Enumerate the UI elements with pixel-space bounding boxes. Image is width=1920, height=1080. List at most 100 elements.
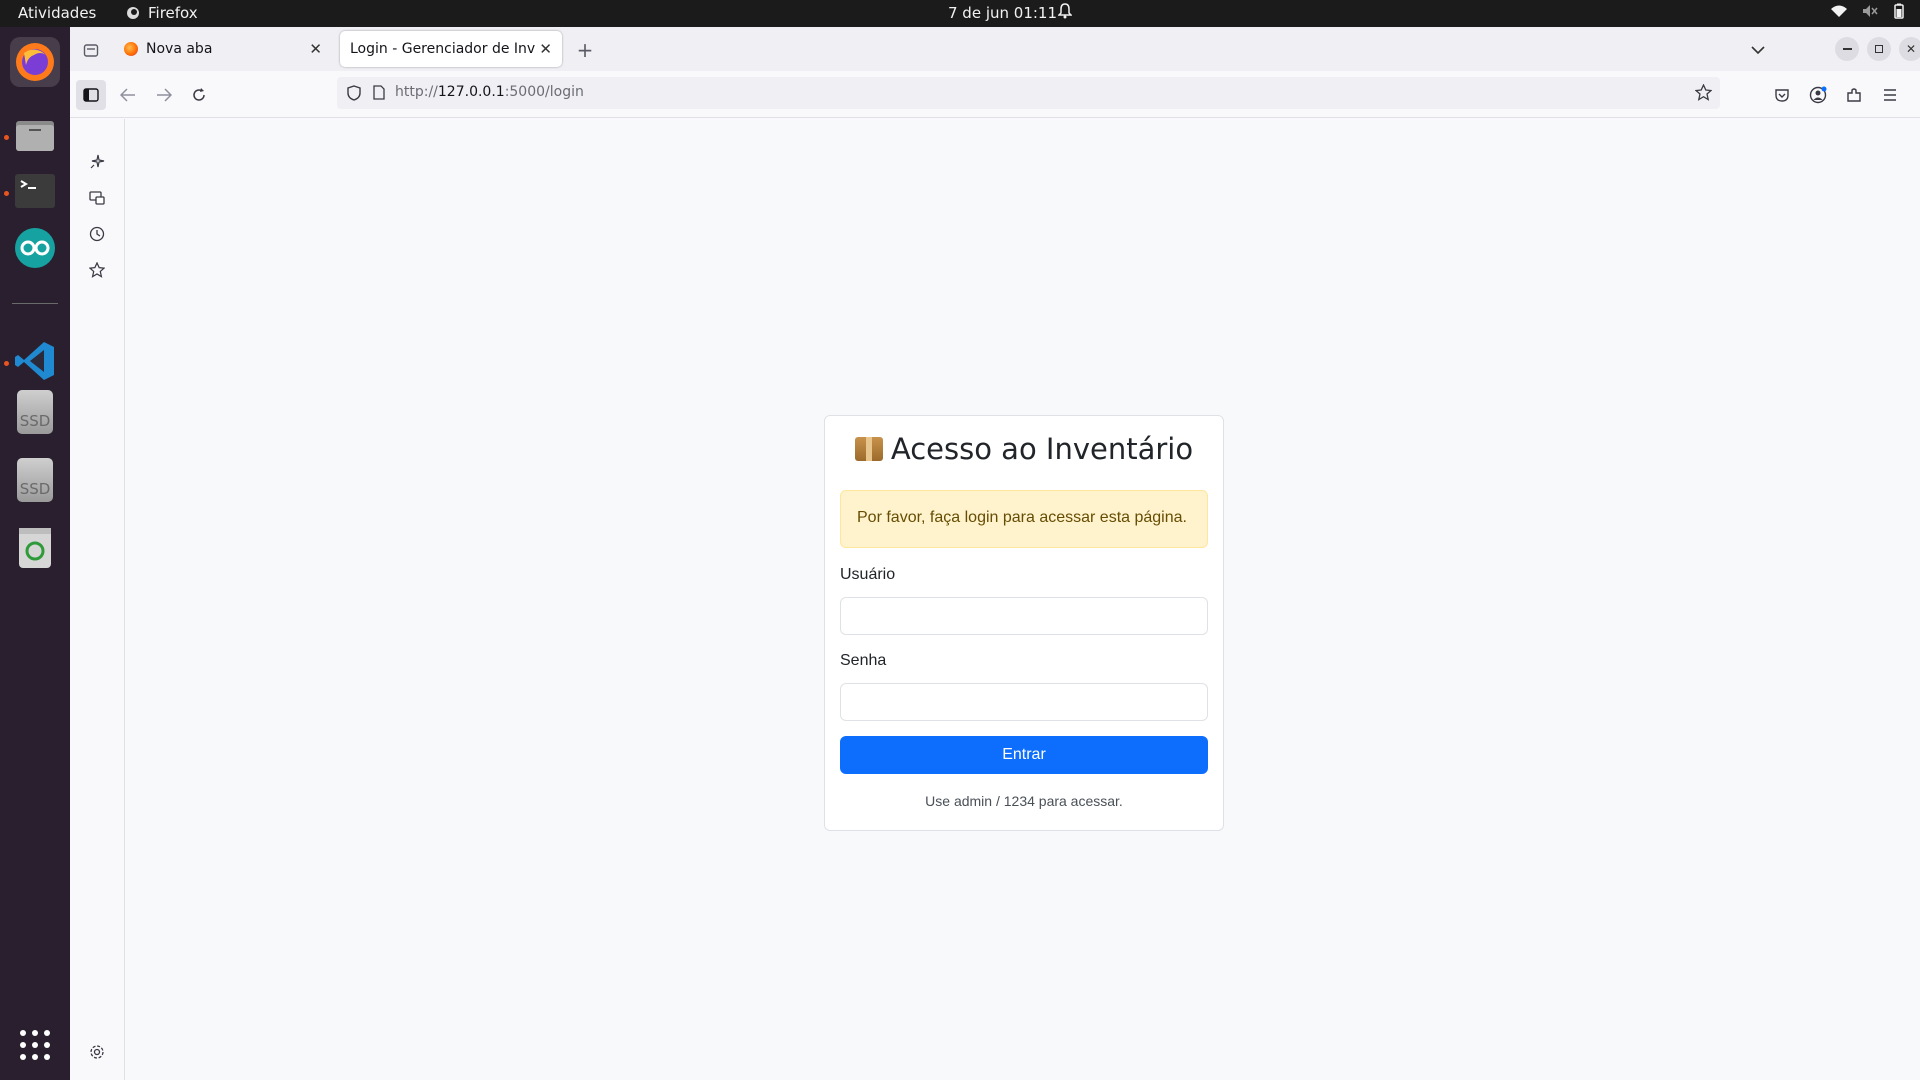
credentials-hint: Use admin / 1234 para acessar. (925, 793, 1123, 809)
arrow-right-icon (157, 88, 172, 102)
back-button[interactable] (113, 80, 143, 110)
firefox-small-icon (127, 7, 139, 19)
url-bar[interactable]: http://127.0.0.1:5000/login (337, 77, 1720, 109)
dock-firefox[interactable] (10, 37, 60, 87)
tab-title: Nova aba (146, 41, 213, 57)
drive-icon: SSD (17, 458, 53, 502)
app-menu[interactable]: Firefox (126, 4, 198, 22)
show-apps-button[interactable] (10, 1020, 60, 1070)
reload-icon (193, 88, 205, 101)
files-icon (16, 121, 54, 151)
sidebar-bookmarks[interactable] (86, 259, 108, 281)
minimize-button[interactable] (1835, 37, 1859, 61)
system-tray[interactable] (1830, 3, 1906, 19)
minimize-icon (1842, 48, 1852, 50)
bookmark-star-icon[interactable] (1695, 84, 1712, 101)
drive-icon: SSD (17, 390, 53, 434)
restore-icon (1875, 45, 1883, 53)
dock-files[interactable] (10, 110, 60, 160)
url-text[interactable]: http://127.0.0.1:5000/login (395, 84, 584, 100)
arrow-left-icon (120, 88, 135, 102)
volume-muted-icon (1863, 5, 1878, 17)
url-scheme: http:// (395, 84, 438, 100)
system-top-bar: Atividades Firefox 7 de jun 01:11 (0, 0, 1920, 27)
forward-button[interactable] (149, 80, 179, 110)
dock-ssd-drive-1[interactable]: SSD (10, 387, 60, 437)
wifi-icon (1831, 5, 1847, 17)
url-host: 127.0.0.1 (437, 84, 505, 100)
shield-icon (347, 85, 361, 101)
running-indicator (4, 191, 9, 196)
firefox-icon (16, 43, 54, 81)
page-viewport: Acesso ao Inventário Por favor, faça log… (126, 119, 1920, 1080)
maximize-button[interactable] (1867, 37, 1891, 61)
package-icon (854, 437, 883, 461)
login-required-alert: Por favor, faça login para acessar esta … (840, 490, 1208, 548)
close-tab-icon[interactable]: ✕ (539, 40, 552, 58)
clock[interactable]: 7 de jun 01:11 (948, 4, 1057, 22)
dock-trash[interactable] (10, 523, 60, 573)
sidebar-history[interactable] (86, 223, 108, 245)
activities-button[interactable]: Atividades (18, 4, 96, 22)
pocket-icon (1775, 88, 1789, 102)
running-indicator (4, 135, 9, 140)
firefox-favicon-icon (124, 42, 138, 56)
close-tab-icon[interactable]: ✕ (309, 40, 322, 58)
dock-terminal[interactable] (10, 166, 60, 216)
tab-new-tab[interactable]: Nova aba ✕ (114, 31, 332, 67)
app-grid-icon (20, 1030, 50, 1060)
sparkle-icon (90, 154, 105, 169)
clock-icon (89, 226, 105, 242)
arduino-icon (15, 228, 55, 268)
dock-separator (12, 303, 58, 304)
extensions-button[interactable] (1839, 80, 1869, 110)
close-window-button[interactable]: ✕ (1899, 37, 1920, 61)
tab-bar: Nova aba ✕ Login - Gerenciador de Invent… (70, 27, 1920, 71)
dock-arduino[interactable] (10, 223, 60, 273)
firefox-window: Nova aba ✕ Login - Gerenciador de Invent… (70, 27, 1920, 1080)
login-submit-button[interactable]: Entrar (840, 736, 1208, 774)
star-icon (89, 262, 105, 278)
sidebar-settings[interactable] (86, 1041, 108, 1063)
dock: SSD SSD (0, 27, 70, 1080)
pocket-button[interactable] (1767, 80, 1797, 110)
username-label: Usuário (840, 566, 896, 583)
app-menu-button[interactable] (1875, 80, 1905, 110)
page-icon (373, 85, 385, 100)
password-input[interactable] (840, 683, 1208, 721)
login-heading: Acesso ao Inventário (825, 432, 1223, 466)
plus-icon: + (576, 38, 594, 62)
list-all-tabs-button[interactable] (1743, 35, 1773, 65)
chevron-down-icon (1751, 46, 1765, 55)
dock-vscode[interactable] (10, 336, 60, 386)
reload-button[interactable] (184, 80, 214, 110)
battery-icon (1894, 3, 1904, 19)
browser-sidebar (70, 119, 125, 1080)
password-label: Senha (840, 652, 887, 669)
vscode-icon (15, 342, 54, 380)
sidebar-toggle-button[interactable] (76, 80, 106, 110)
close-icon: ✕ (1905, 42, 1917, 56)
dock-ssd-drive-2[interactable]: SSD (10, 455, 60, 505)
terminal-icon (15, 174, 55, 208)
app-name: Firefox (148, 4, 198, 22)
puzzle-icon (1847, 88, 1861, 102)
synced-tabs-icon (89, 191, 105, 205)
new-tab-button[interactable]: + (570, 35, 600, 65)
running-indicator (4, 361, 9, 366)
sidebar-synced-tabs[interactable] (86, 187, 108, 209)
tab-tray-icon (83, 44, 99, 57)
trash-icon (19, 528, 51, 568)
gear-icon (90, 1045, 104, 1059)
tab-login[interactable]: Login - Gerenciador de Inventário ✕ (340, 31, 562, 67)
tab-title: Login - Gerenciador de Inventário (350, 41, 536, 57)
sidebar-icon (83, 88, 99, 102)
notification-bell-icon[interactable] (1057, 3, 1073, 23)
url-path: :5000/login (504, 84, 584, 100)
sidebar-ai-chatbot[interactable] (86, 151, 108, 173)
page-title: Acesso ao Inventário (890, 432, 1194, 466)
account-icon (1809, 86, 1827, 104)
username-input[interactable] (840, 597, 1208, 635)
account-button[interactable] (1803, 80, 1833, 110)
tab-overview-button[interactable] (76, 35, 106, 65)
